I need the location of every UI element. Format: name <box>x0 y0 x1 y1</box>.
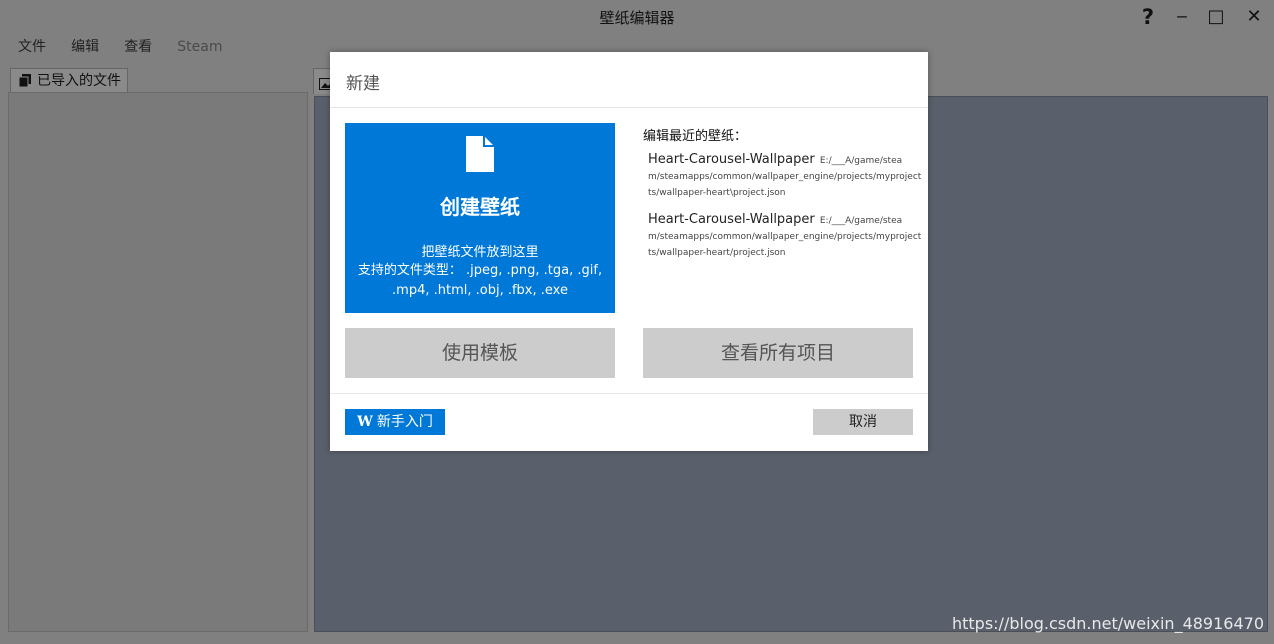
create-wallpaper-dropzone[interactable]: 创建壁纸 把壁纸文件放到这里 支持的文件类型： .jpeg, .png, .tg… <box>345 123 615 313</box>
recent-wallpaper-item[interactable]: Heart-Carousel-Wallpaper E:/___A/game/st… <box>648 148 922 201</box>
close-icon[interactable]: ✕ <box>1238 4 1270 30</box>
recent-wallpaper-path: E:/___A/game/stea <box>819 156 903 166</box>
tab-imported-files-label: 已导入的文件 <box>37 73 121 89</box>
recent-wallpaper-path: ts/wallpaper-heart/project.json <box>648 248 786 258</box>
recent-wallpapers-heading: 编辑最近的壁纸： <box>643 129 748 144</box>
title-bar: 壁纸编辑器 ? ‒ □ ✕ <box>0 0 1274 34</box>
dialog-title: 新建 <box>346 74 380 94</box>
maximize-icon[interactable]: □ <box>1200 4 1232 30</box>
menu-file[interactable]: 文件 <box>18 36 46 56</box>
recent-wallpaper-name: Heart-Carousel-Wallpaper <box>648 152 815 167</box>
create-wallpaper-title: 创建壁纸 <box>440 195 520 219</box>
menu-edit[interactable]: 编辑 <box>71 36 99 56</box>
drop-hint-text: 把壁纸文件放到这里 <box>421 245 539 260</box>
menu-bar: 文件 编辑 查看 Steam <box>8 36 233 56</box>
menu-view[interactable]: 查看 <box>124 36 152 56</box>
wiki-icon: W <box>357 414 373 430</box>
window-title: 壁纸编辑器 <box>599 9 675 27</box>
cancel-button[interactable]: 取消 <box>813 409 913 435</box>
new-project-dialog: 新建 创建壁纸 把壁纸文件放到这里 支持的文件类型： .jpeg, .png, … <box>330 52 928 451</box>
document-icon <box>466 136 494 176</box>
watermark-text: https://blog.csdn.net/weixin_48916470 <box>951 614 1264 633</box>
recent-wallpaper-path: ts/wallpaper-heart\project.json <box>648 188 786 198</box>
supported-types-line: .mp4, .html, .obj, .fbx, .exe <box>392 283 568 298</box>
getting-started-button[interactable]: W 新手入门 <box>345 409 445 435</box>
menu-steam[interactable]: Steam <box>177 39 222 55</box>
minimize-icon[interactable]: ‒ <box>1166 4 1198 30</box>
view-all-projects-button[interactable]: 查看所有项目 <box>643 328 913 378</box>
getting-started-label: 新手入门 <box>376 414 433 430</box>
recent-wallpaper-path: m/steamapps/common/wallpaper_engine/proj… <box>648 172 922 182</box>
recent-wallpaper-item[interactable]: Heart-Carousel-Wallpaper E:/___A/game/st… <box>648 208 922 261</box>
recent-wallpaper-path: m/steamapps/common/wallpaper_engine/proj… <box>648 232 922 242</box>
supported-types-line: 支持的文件类型： .jpeg, .png, .tga, .gif, <box>357 263 603 278</box>
help-icon[interactable]: ? <box>1132 4 1164 30</box>
use-template-button[interactable]: 使用模板 <box>345 328 615 378</box>
tab-imported-files[interactable]: 已导入的文件 <box>10 68 128 93</box>
supported-types-text: 支持的文件类型： .jpeg, .png, .tga, .gif, .mp4, … <box>355 261 605 301</box>
dialog-divider <box>330 393 928 394</box>
copy-icon <box>18 71 31 88</box>
dialog-header: 新建 <box>330 52 928 108</box>
recent-wallpaper-name: Heart-Carousel-Wallpaper <box>648 212 815 227</box>
recent-wallpaper-path: E:/___A/game/stea <box>819 216 903 226</box>
imported-files-panel <box>8 92 308 632</box>
